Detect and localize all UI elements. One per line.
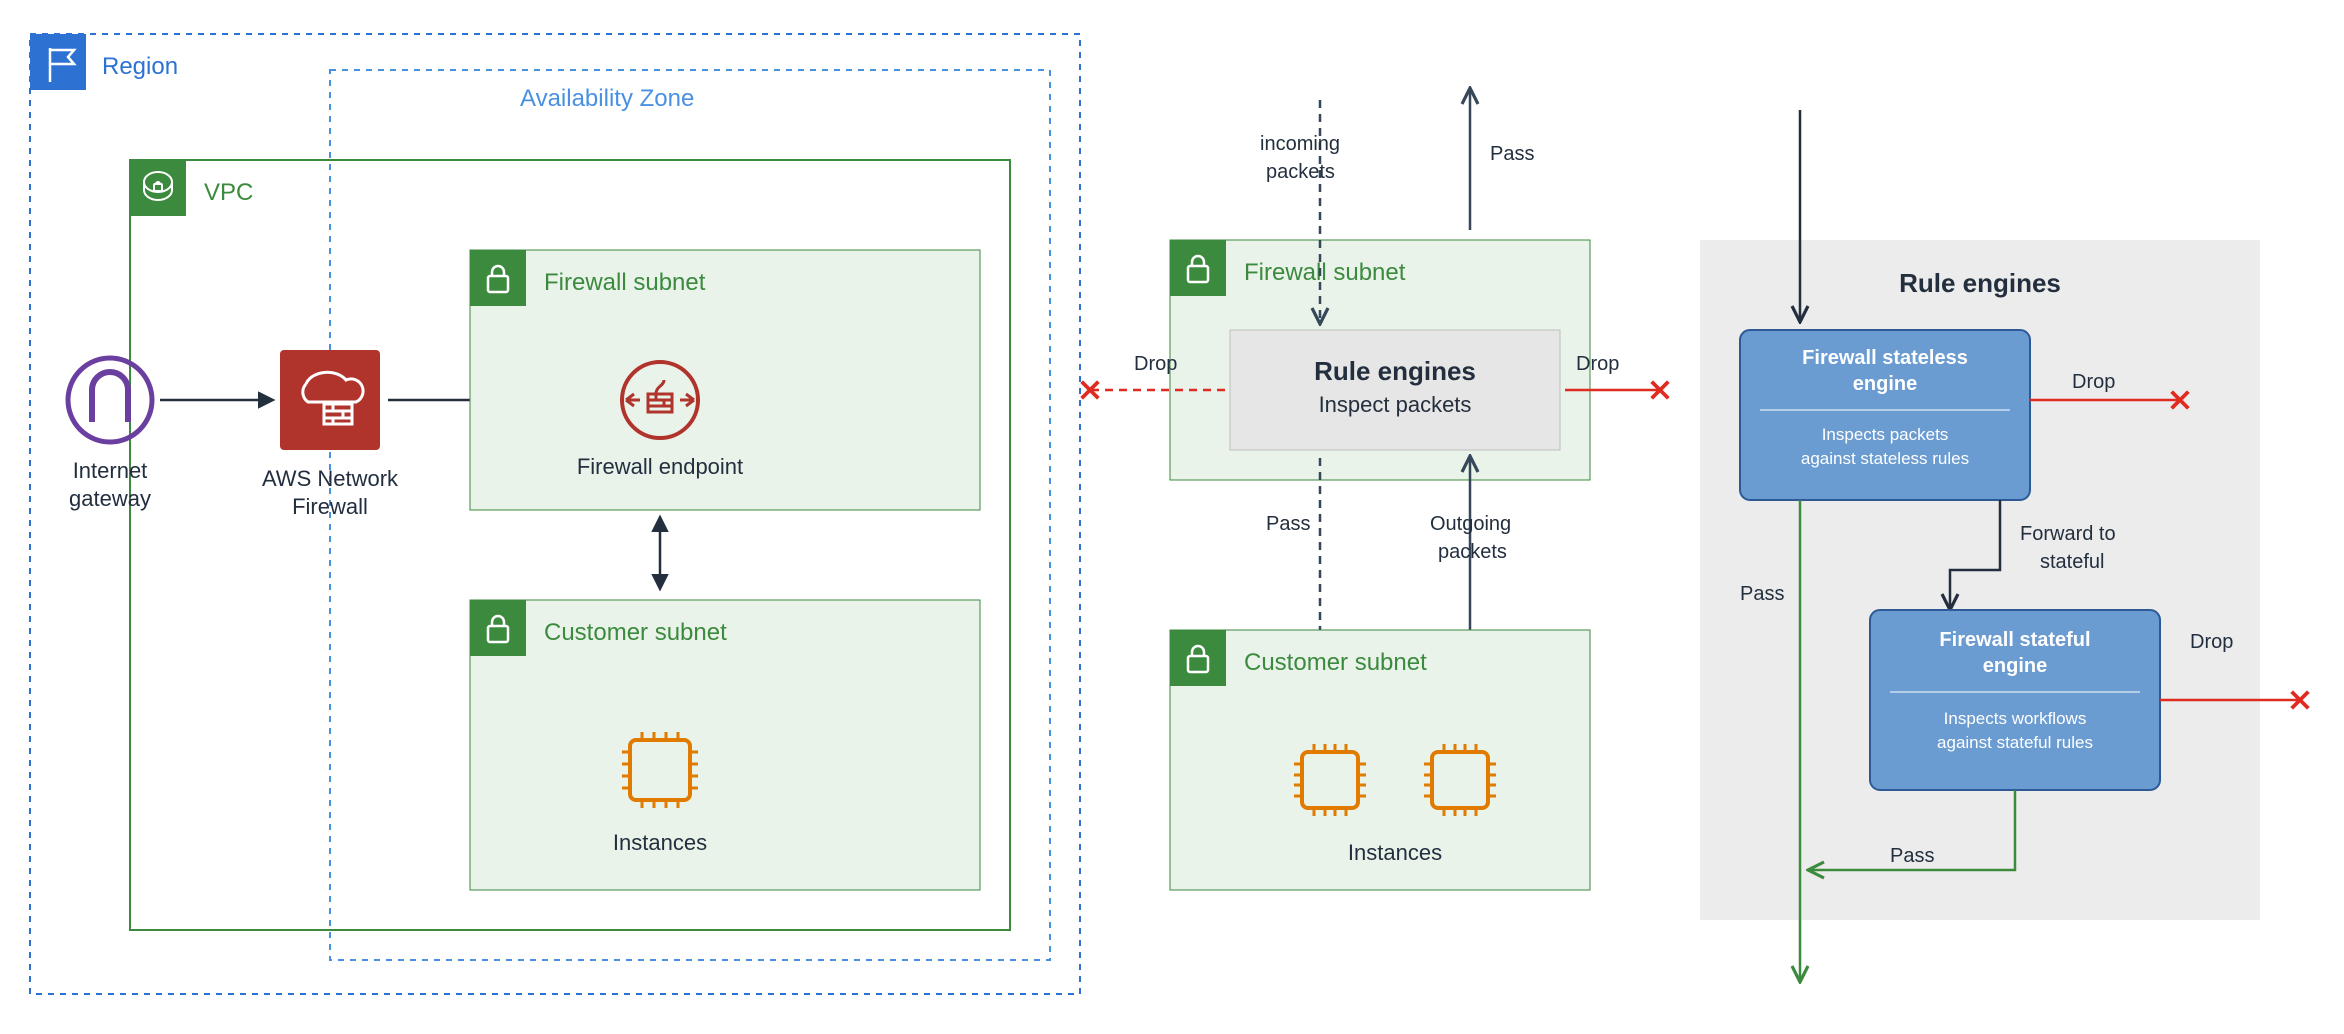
drop1-label: Drop	[2072, 371, 2115, 393]
customer-subnet-box: Customer subnet Instances	[470, 600, 980, 890]
incoming-label: incoming	[1260, 133, 1340, 155]
pass1-label: Pass	[1740, 583, 1784, 605]
drop-right-label: Drop	[1576, 353, 1619, 375]
forward-label: Forward to	[2020, 523, 2116, 545]
rule-engines-detail: Rule engines Firewall stateless engine I…	[1700, 110, 2300, 980]
rule-engines-title: Rule engines	[1899, 268, 2061, 298]
vpc-label: VPC	[204, 179, 253, 206]
drop-left-label: Drop	[1134, 353, 1177, 375]
pass2-label: Pass	[1890, 845, 1934, 867]
stateful-title: Firewall stateful	[1939, 629, 2090, 651]
outgoing-label2: packets	[1438, 541, 1507, 563]
flow-firewall-subnet-title: Firewall subnet	[1244, 259, 1406, 286]
rule-box-title: Rule engines	[1314, 356, 1476, 386]
igw-label-1: Internet	[73, 458, 148, 483]
igw-label-2: gateway	[69, 486, 151, 511]
az-label: Availability Zone	[520, 85, 694, 112]
aws-network-firewall-icon	[280, 350, 380, 450]
region-group: Region Availability Zone VPC Internet ga…	[30, 34, 1080, 994]
instances-label: Instances	[613, 830, 707, 855]
stateless-sub: Inspects packets	[1822, 425, 1949, 444]
stateful-title2: engine	[1983, 655, 2047, 677]
firewall-subnet-title: Firewall subnet	[544, 269, 706, 296]
stateless-title: Firewall stateless	[1802, 347, 1968, 369]
outgoing-label: Outgoing	[1430, 513, 1511, 535]
stateless-title2: engine	[1853, 373, 1917, 395]
incoming-label2: packets	[1266, 161, 1335, 183]
flow-customer-subnet-title: Customer subnet	[1244, 649, 1427, 676]
packet-flow-group: Firewall subnet Rule engines Inspect pac…	[1090, 90, 1660, 890]
pass-down-label: Pass	[1266, 513, 1310, 535]
customer-subnet-title: Customer subnet	[544, 619, 727, 646]
firewall-endpoint-label: Firewall endpoint	[577, 454, 743, 479]
forward-label2: stateful	[2040, 551, 2104, 573]
internet-gateway-icon	[68, 358, 152, 442]
firewall-subnet-box: Firewall subnet Firewall endpoint	[470, 250, 980, 510]
drop2-label: Drop	[2190, 631, 2233, 653]
stateful-sub: Inspects workflows	[1944, 709, 2087, 728]
nfw-label-1: AWS Network	[262, 466, 399, 491]
architecture-diagram: Region Availability Zone VPC Internet ga…	[0, 0, 2344, 1034]
flow-instances-label: Instances	[1348, 840, 1442, 865]
stateless-sub2: against stateless rules	[1801, 449, 1969, 468]
region-label: Region	[102, 53, 178, 80]
nfw-label-2: Firewall	[292, 494, 368, 519]
rule-box-sub: Inspect packets	[1319, 392, 1472, 417]
stateful-sub2: against stateful rules	[1937, 733, 2093, 752]
pass-top-label: Pass	[1490, 143, 1534, 165]
